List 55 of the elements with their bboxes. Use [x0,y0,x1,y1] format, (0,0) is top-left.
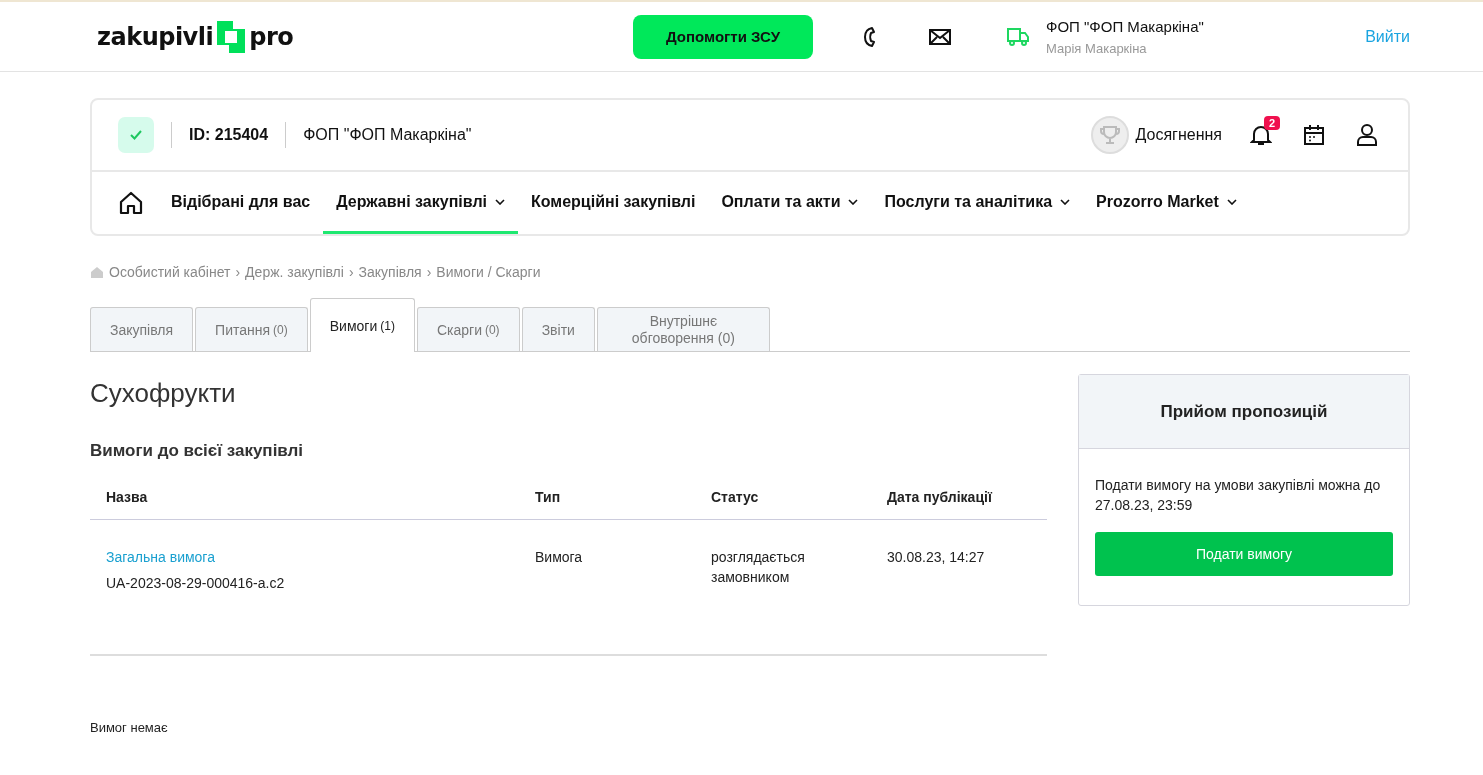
nav-item[interactable]: Комерційні закупівлі [518,172,709,234]
chevron-down-icon[interactable] [1226,198,1237,205]
column-header: Тип [535,489,562,505]
table-cell-text: 30.08.23, 14:27 [887,549,986,567]
nav-item[interactable]: Послуги та аналітика [871,172,1084,234]
chevron-down-icon[interactable] [495,198,505,205]
empty-note: Вимог немає [90,720,169,735]
truck-icon [1006,26,1030,47]
nav-item[interactable]: Відібрані для вас [158,172,324,234]
logo-text: zakupivli [97,22,214,51]
complaint-number: UA-2023-08-29-000416-a.c2 [106,575,286,591]
account-org: ФОП "ФОП Макаркіна" [1046,17,1204,35]
tab[interactable]: Вимоги (1) [309,298,415,352]
side-card-title: Прийом пропозицій [1160,401,1328,422]
mail-icon[interactable] [929,28,951,45]
complaint-link[interactable]: Загальна вимога [106,549,535,565]
nav-item[interactable]: Державні закупівлі [323,172,518,234]
breadcrumb-link[interactable]: Держ. закупівлі [245,264,344,280]
breadcrumb-link[interactable]: Закупівля [358,264,422,280]
table-cell-text: Вимога [535,549,584,567]
user-icon[interactable] [1356,123,1378,147]
tab[interactable]: Внутрішнє обговорення (0) [596,307,770,351]
column-header: Дата публікації [887,489,994,505]
nav-item[interactable]: Оплати та акти [708,172,872,234]
nav-item[interactable]: Prozorro Market [1083,172,1250,234]
page-title: Сухофрукти [90,378,237,409]
breadcrumb-separator: › [235,264,241,280]
help-button[interactable]: Допомогти ЗСУ [633,14,813,59]
tab[interactable]: Звіти [521,307,595,351]
tab[interactable]: Скарги (0) [416,307,520,351]
column-header: Статус [711,489,760,505]
chevron-down-icon[interactable] [1060,198,1071,205]
phone-icon[interactable] [863,25,877,48]
table-cell-text: розглядається замовником [711,548,806,587]
calendar-icon[interactable] [1302,123,1326,147]
profile-id: ID: 215404 [189,126,269,144]
deadline-text: Подати вимогу на умови закупівлі можна до 27.08.23, 23:59 [1095,476,1382,515]
achievements-link[interactable]: Досягнення [1135,126,1222,144]
tab[interactable]: Питання (0) [195,307,308,351]
breadcrumb-current: Вимоги / Скарги [436,264,541,280]
logo-text: pro [249,22,294,51]
breadcrumb-separator: › [348,264,354,280]
trophy-icon [1090,116,1129,154]
section-title: Вимоги до всієї закупівлі [90,441,305,461]
account-user: Марія Макаркіна [1046,40,1148,56]
chevron-down-icon[interactable] [848,198,859,205]
profile-org: ФОП "ФОП Макаркіна" [303,126,472,144]
column-header: Назва [106,489,149,505]
notification-badge: 2 [1264,116,1281,130]
submit-complaint-button[interactable]: Подати вимогу [1095,532,1393,576]
breadcrumb-link[interactable]: Особистий кабінет [109,264,231,280]
breadcrumb-separator: › [426,264,432,280]
tab[interactable]: Закупівля [90,307,194,351]
home-icon[interactable] [118,190,144,216]
logout-link[interactable]: Вийти [1365,27,1410,46]
